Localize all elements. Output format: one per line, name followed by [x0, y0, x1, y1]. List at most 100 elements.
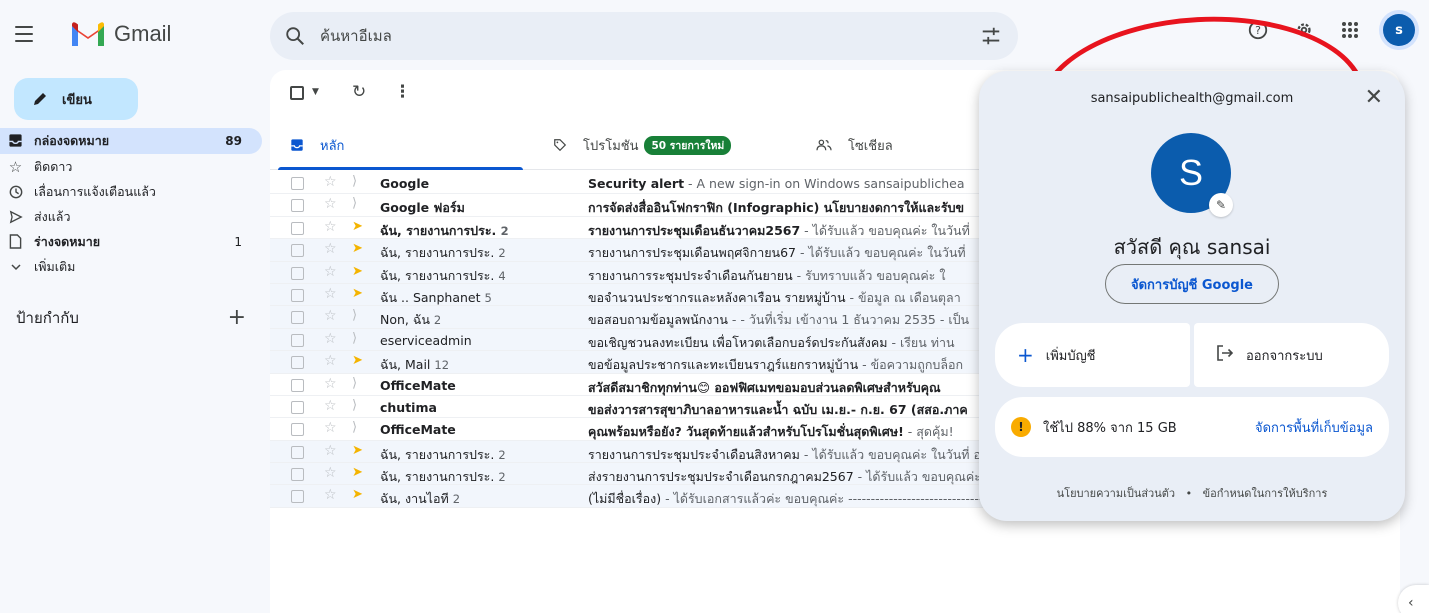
importance-marker-icon[interactable]: ⟩ [352, 376, 357, 391]
thread-count: 5 [484, 290, 492, 305]
importance-marker-icon[interactable]: ⟩ [352, 398, 357, 413]
main-menu-icon[interactable] [12, 22, 36, 46]
sidebar-item-sent[interactable]: ส่งแล้ว [0, 204, 262, 229]
importance-marker-icon[interactable]: ⟩ [352, 420, 357, 435]
importance-marker-icon[interactable]: ➤ [352, 219, 363, 234]
star-icon[interactable]: ☆ [324, 353, 337, 369]
thread-count: 2 [498, 246, 506, 261]
thread-count: 2 [500, 223, 509, 238]
star-icon[interactable]: ☆ [324, 487, 337, 503]
importance-marker-icon[interactable]: ➤ [352, 465, 363, 480]
select-all-checkbox[interactable] [290, 86, 304, 100]
tab-primary[interactable]: หลัก [290, 120, 344, 170]
row-checkbox[interactable] [291, 244, 304, 258]
star-icon[interactable]: ☆ [324, 174, 337, 190]
terms-link[interactable]: ข้อกำหนดในการให้บริการ [1203, 487, 1328, 500]
manage-storage-link[interactable]: จัดการพื้นที่เก็บข้อมูล [1255, 417, 1373, 438]
star-icon[interactable]: ☆ [324, 376, 337, 392]
row-checkbox[interactable] [291, 445, 304, 459]
email-sender: ฉัน, รายงานการประ. 4 [380, 267, 506, 283]
apps-grid-icon[interactable] [1337, 17, 1363, 43]
row-checkbox[interactable] [291, 400, 304, 414]
clock-icon [7, 183, 24, 200]
tag-icon [554, 139, 567, 152]
sidebar-item-inbox[interactable]: กล่องจดหมาย 89 [0, 128, 262, 154]
row-checkbox[interactable] [291, 177, 304, 190]
importance-marker-icon[interactable]: ➤ [352, 487, 363, 502]
tab-social[interactable]: โซเชียล [816, 120, 893, 170]
draft-icon [7, 233, 24, 250]
compose-button[interactable]: เขียน [14, 78, 138, 120]
importance-marker-icon[interactable]: ⟩ [352, 308, 357, 323]
importance-marker-icon[interactable]: ⟩ [352, 174, 357, 189]
side-panel-toggle-icon[interactable]: ‹ [1398, 585, 1429, 613]
sidebar-item-starred[interactable]: ☆ ติดดาว [0, 154, 262, 179]
row-checkbox[interactable] [291, 378, 304, 392]
star-icon[interactable]: ☆ [324, 443, 337, 459]
manage-account-button[interactable]: จัดการบัญชี Google [1105, 264, 1279, 304]
account-actions: + เพิ่มบัญชี ออกจากระบบ [995, 323, 1389, 387]
account-popup: sansaipublichealth@gmail.com ✕ S ✎ สวัสด… [979, 71, 1405, 521]
row-checkbox[interactable] [291, 423, 304, 437]
more-vert-icon[interactable]: ⋮ [394, 82, 411, 102]
star-icon[interactable]: ☆ [324, 398, 337, 414]
row-checkbox[interactable] [291, 266, 304, 280]
star-icon[interactable]: ☆ [324, 219, 337, 235]
row-checkbox[interactable] [291, 199, 304, 213]
email-sender: chutima [380, 399, 437, 415]
star-icon[interactable]: ☆ [324, 465, 337, 481]
edit-photo-icon[interactable]: ✎ [1209, 193, 1233, 217]
row-checkbox[interactable] [291, 311, 304, 325]
row-checkbox[interactable] [291, 468, 304, 482]
search-options-icon[interactable] [980, 25, 1002, 47]
star-icon[interactable]: ☆ [324, 241, 337, 257]
row-checkbox[interactable] [291, 333, 304, 347]
importance-marker-icon[interactable]: ➤ [352, 443, 363, 458]
star-icon[interactable]: ☆ [324, 196, 337, 212]
search-input[interactable] [320, 24, 920, 48]
star-icon[interactable]: ☆ [324, 264, 337, 280]
importance-marker-icon[interactable]: ➤ [352, 241, 363, 256]
star-icon[interactable]: ☆ [324, 420, 337, 436]
storage-usage: ใช้ไป 88% จาก 15 GB [1043, 420, 1177, 436]
select-caret-icon[interactable]: ▼ [312, 87, 319, 97]
importance-marker-icon[interactable]: ➤ [352, 286, 363, 301]
importance-marker-icon[interactable]: ➤ [352, 353, 363, 368]
sidebar-item-more[interactable]: เพิ่มเติม [0, 254, 262, 279]
privacy-link[interactable]: นโยบายความเป็นส่วนตัว [1057, 487, 1175, 500]
star-icon[interactable]: ☆ [324, 331, 337, 347]
sidebar-item-label: กล่องจดหมาย [34, 133, 110, 148]
sign-out-button[interactable]: ออกจากระบบ [1194, 323, 1389, 387]
sidebar-item-label: เลื่อนการแจ้งเตือนแล้ว [34, 183, 156, 199]
row-checkbox[interactable] [291, 288, 304, 302]
add-account-label: เพิ่มบัญชี [1045, 348, 1096, 364]
email-sender: Google ฟอร์ม [380, 200, 465, 216]
add-account-button[interactable]: + เพิ่มบัญชี [995, 323, 1190, 387]
thread-count: 4 [498, 268, 506, 283]
email-snippet: - ข้อความถูกบล็อก [858, 357, 964, 373]
importance-marker-icon[interactable]: ⟩ [352, 331, 357, 346]
star-icon[interactable]: ☆ [324, 308, 337, 324]
add-label-icon[interactable]: + [228, 307, 246, 329]
gmail-logo[interactable]: Gmail [70, 20, 171, 48]
compose-label: เขียน [62, 92, 92, 108]
star-icon[interactable]: ☆ [324, 286, 337, 302]
account-avatar[interactable]: s [1383, 14, 1415, 46]
refresh-icon[interactable]: ↻ [352, 82, 366, 102]
tab-label: โซเชียล [848, 138, 893, 154]
sidebar-item-snoozed[interactable]: เลื่อนการแจ้งเตือนแล้ว [0, 179, 262, 204]
importance-marker-icon[interactable]: ➤ [352, 264, 363, 279]
email-snippet: - สุดคุ้ม! [903, 424, 954, 440]
importance-marker-icon[interactable]: ⟩ [352, 196, 357, 211]
search-icon[interactable] [284, 25, 306, 47]
tab-promotions[interactable]: โปรโมชัน 50 รายการใหม่ [553, 120, 732, 170]
row-checkbox[interactable] [291, 356, 304, 370]
email-snippet: - รับทราบแล้ว ขอบคุณค่ะ ใ [792, 267, 946, 283]
plus-icon: + [1017, 343, 1034, 367]
close-icon[interactable]: ✕ [1365, 87, 1383, 109]
email-sender: ฉัน, Mail 12 [380, 357, 450, 373]
row-checkbox[interactable] [291, 221, 304, 235]
sidebar-item-drafts[interactable]: ร่างจดหมาย 1 [0, 229, 262, 254]
row-checkbox[interactable] [291, 490, 304, 504]
footer-separator: • [1185, 487, 1193, 500]
